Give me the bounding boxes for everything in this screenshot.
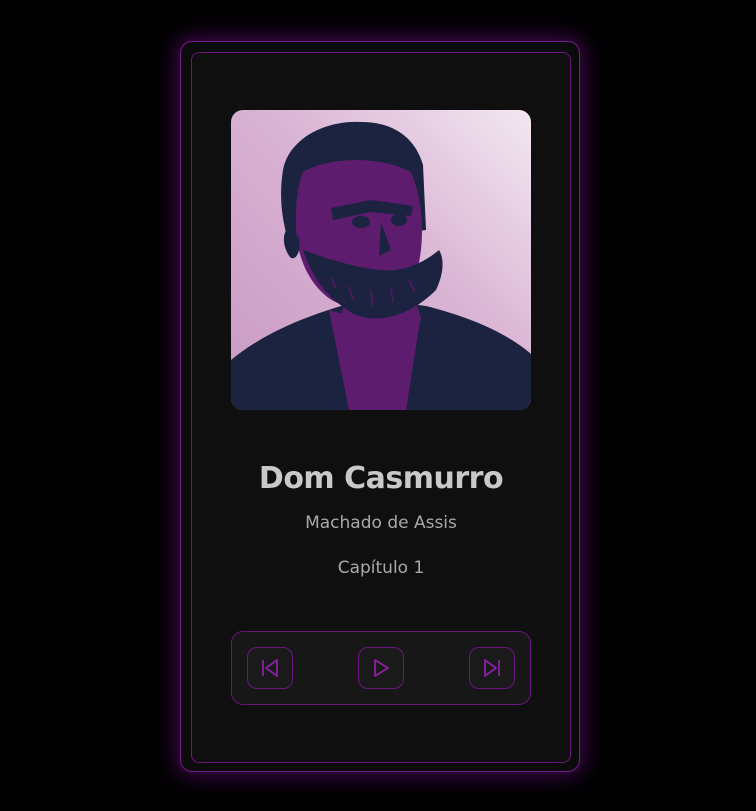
play-icon xyxy=(374,659,389,677)
book-title: Dom Casmurro xyxy=(258,461,504,496)
chapter-label: Capítulo 1 xyxy=(337,558,425,578)
previous-button[interactable] xyxy=(247,647,293,689)
play-button[interactable] xyxy=(358,647,404,689)
player-card-outer: Dom Casmurro Machado de Assis Capítulo 1 xyxy=(180,41,580,772)
portrait-illustration xyxy=(231,121,531,410)
skip-back-icon xyxy=(262,659,278,677)
book-author: Machado de Assis xyxy=(305,513,457,533)
next-button[interactable] xyxy=(469,647,515,689)
player-card: Dom Casmurro Machado de Assis Capítulo 1 xyxy=(191,52,571,763)
skip-forward-icon xyxy=(484,659,500,677)
album-cover-image xyxy=(231,110,531,410)
playback-controls xyxy=(231,631,531,705)
